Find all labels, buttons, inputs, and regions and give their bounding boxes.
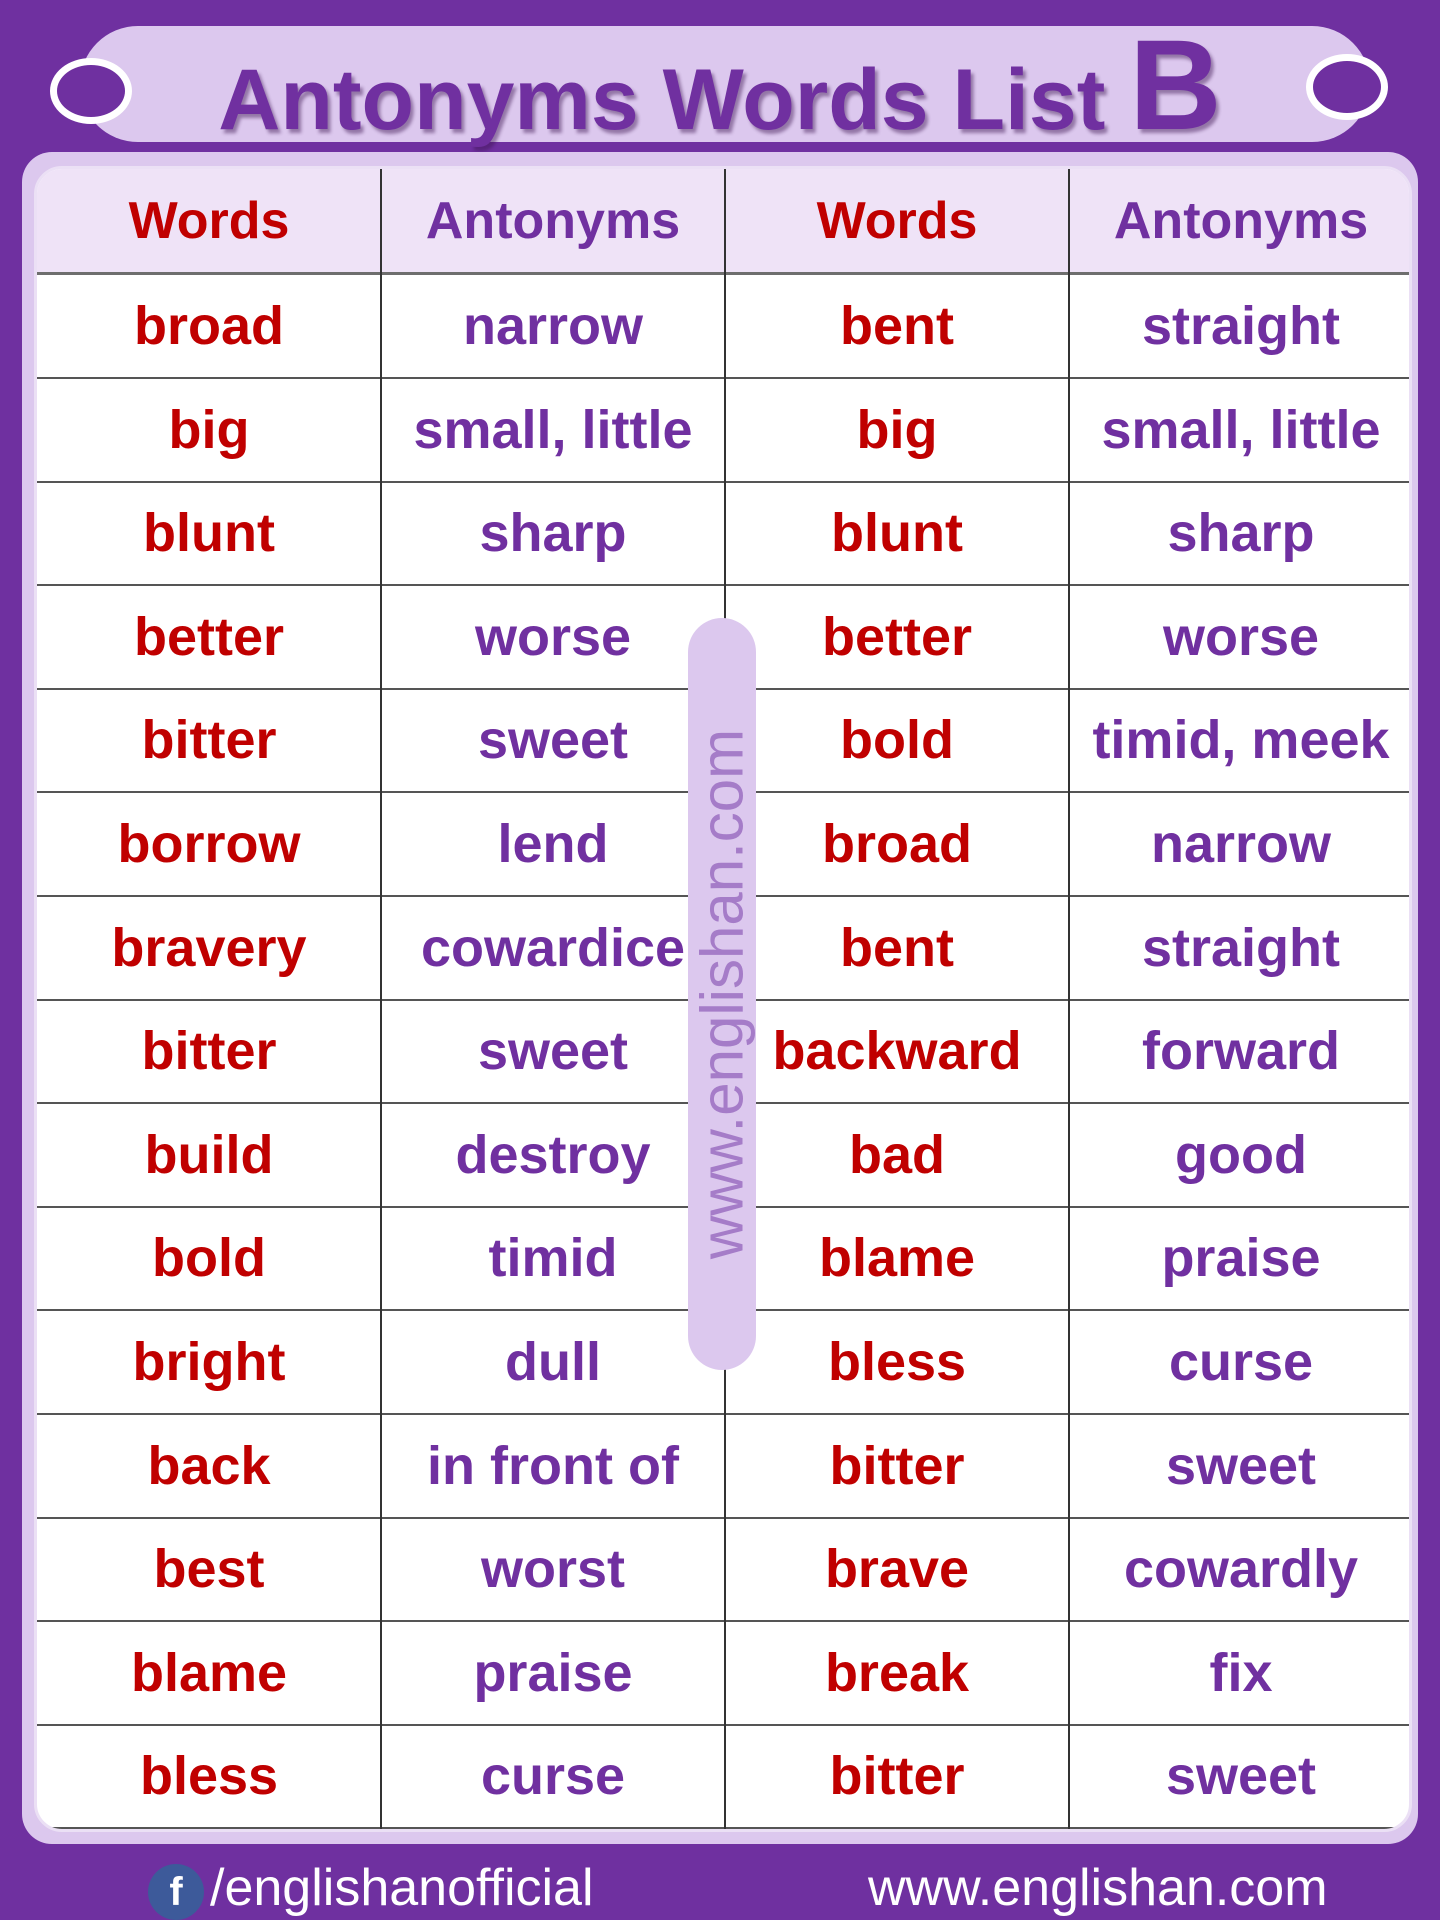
word-cell: bent [840,917,954,978]
antonym-cell: curse [480,1746,626,1807]
word-cell: back [147,1435,271,1496]
word-cell: blunt [143,503,275,564]
antonym-cell: timid, meek [1092,710,1390,771]
word-cell: bright [132,1332,286,1392]
antonym-cell: narrow [462,296,644,356]
word-cell: bad [848,1124,945,1185]
word-cell: bless [827,1332,967,1392]
title-letter: B [1129,14,1222,157]
word-cell: borrow [117,814,301,874]
word-cell: backward [772,1021,1022,1082]
antonym-cell: praise [1161,1228,1321,1289]
page-title: Antonyms Words List B [140,22,1300,150]
antonym-cell: worst [480,1539,626,1600]
word-cell: break [824,1642,970,1703]
facebook-icon[interactable]: f [148,1864,204,1920]
antonym-cell: dull [505,1332,601,1392]
word-cell: bent [840,296,954,356]
antonym-cell: destroy [455,1124,651,1185]
facebook-handle-link[interactable]: /englishanofficial [210,1858,594,1918]
antonym-cell: cowardly [1123,1539,1359,1600]
watermark-text: www.englishan.com [688,728,756,1260]
ring-decoration-right [1306,54,1388,120]
column-divider [380,169,382,1829]
antonym-cell: fix [1209,1642,1273,1703]
word-cell: blame [130,1642,288,1703]
antonym-cell: sharp [1167,503,1315,564]
antonym-cell: worse [474,606,632,667]
antonym-cell: worse [1162,606,1320,667]
header-words-2: Words [816,191,978,250]
antonym-cell: cowardice [420,917,686,978]
facebook-glyph: f [169,1869,183,1914]
antonym-cell: praise [473,1642,633,1703]
header-antonyms-1: Antonyms [425,191,681,250]
table-row: blame praise break fix [37,1622,1409,1726]
antonym-cell: small, little [1101,399,1381,460]
word-cell: bitter [829,1435,965,1496]
table-header-row: Words Antonyms Words Antonyms [37,169,1409,275]
word-cell: build [144,1124,274,1185]
word-cell: broad [821,814,972,874]
word-cell: bold [840,710,954,771]
word-cell: big [168,399,250,460]
word-cell: bold [152,1228,266,1289]
antonym-cell: narrow [1150,814,1332,874]
word-cell: big [856,399,938,460]
title-text: Antonyms Words List [218,52,1130,148]
antonym-cell: straight [1141,917,1341,978]
word-cell: better [821,606,973,667]
table-row: best worst brave cowardly [37,1518,1409,1623]
header-antonyms-2: Antonyms [1113,191,1369,250]
word-cell: bitter [829,1746,965,1807]
word-cell: bitter [141,1021,277,1082]
table-row: back in front of bitter sweet [37,1415,1409,1519]
word-cell: broad [133,296,284,356]
footer: f /englishanofficial www.englishan.com [0,1846,1440,1920]
antonym-cell: forward [1141,1021,1341,1082]
antonym-cell: sweet [477,710,629,771]
watermark-pill: www.englishan.com [688,618,756,1370]
word-cell: blame [818,1228,976,1289]
antonym-cell: lend [497,814,609,874]
table-row: blunt sharp blunt sharp [37,482,1409,587]
antonym-cell: sweet [1165,1435,1317,1496]
table-row: broad narrow bent straight [37,275,1409,379]
antonym-cell: sharp [479,503,627,564]
word-cell: better [133,606,285,667]
antonym-cell: straight [1141,296,1341,356]
antonym-cell: small, little [413,399,693,460]
word-cell: brave [824,1539,970,1600]
antonym-cell: curse [1168,1332,1314,1392]
word-cell: bravery [111,917,307,978]
table-row: bless curse bitter sweet [37,1725,1409,1829]
column-divider [1068,169,1070,1829]
ring-decoration-left [50,58,132,124]
word-cell: bitter [141,710,277,771]
word-cell: blunt [831,503,963,564]
website-link[interactable]: www.englishan.com [868,1858,1328,1918]
table-row: big small, little big small, little [37,379,1409,483]
antonym-cell: in front of [427,1435,679,1496]
antonym-cell: sweet [1165,1746,1317,1807]
antonym-cell: sweet [477,1021,629,1082]
word-cell: bless [139,1746,279,1807]
antonym-cell: good [1175,1124,1307,1185]
header-words-1: Words [128,191,290,250]
word-cell: best [153,1539,265,1600]
antonym-cell: timid [488,1228,618,1289]
